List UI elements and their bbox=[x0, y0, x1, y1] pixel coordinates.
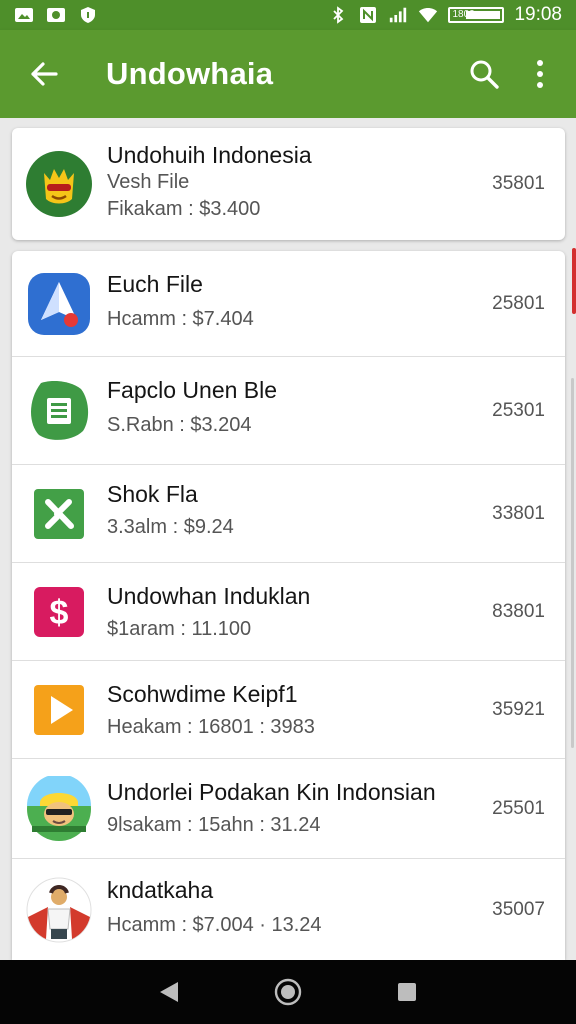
item-meta: Hcamm : $7.404 bbox=[107, 308, 254, 330]
signal-icon bbox=[388, 6, 408, 24]
shield-notification-icon bbox=[78, 6, 98, 24]
item-title: Undohuih Indonesia bbox=[107, 142, 312, 168]
item-count: 25801 bbox=[492, 292, 545, 314]
item-title: kndatkaha bbox=[107, 877, 214, 903]
crown-app-icon bbox=[26, 151, 92, 217]
item-meta: 9lsakam : 15ahn : 31.24 bbox=[107, 814, 321, 836]
item-meta: $1aram : 11.100 bbox=[107, 618, 252, 640]
system-nav-bar bbox=[0, 960, 576, 1024]
location-arrow-icon bbox=[26, 271, 92, 337]
list-item[interactable]: Undohuih Indonesia Vesh File Fikakam : $… bbox=[12, 128, 565, 240]
search-icon bbox=[470, 60, 499, 89]
item-title: Undorlei Podakan Kin Indonsian bbox=[107, 779, 436, 805]
item-count: 35801 bbox=[492, 173, 545, 194]
item-meta: Heakam : 16801 : 3983 bbox=[107, 716, 315, 738]
item-meta: 3.3alm : $9.24 bbox=[107, 516, 234, 538]
list-item[interactable]: $ Undowhan Induklan $1aram : 11.100 8380… bbox=[12, 563, 565, 661]
app-bar: Undowhaia bbox=[0, 30, 576, 118]
nav-home-icon bbox=[274, 978, 302, 1006]
item-meta: Hcamm : $7.004 · 13.24 bbox=[107, 914, 322, 936]
search-button[interactable] bbox=[456, 42, 512, 106]
nfc-icon bbox=[358, 6, 378, 24]
overflow-menu-button[interactable] bbox=[512, 42, 568, 106]
more-vert-icon bbox=[537, 60, 543, 88]
nav-back-button[interactable] bbox=[149, 972, 189, 1012]
dollar-icon: $ bbox=[26, 579, 92, 645]
item-count: 25301 bbox=[492, 399, 545, 421]
item-title: Undowhan Induklan bbox=[107, 583, 311, 609]
excel-icon bbox=[26, 481, 92, 547]
list-item[interactable]: Scohwdime Keipf1 Heakam : 16801 : 3983 3… bbox=[12, 661, 565, 759]
status-bar: 1800 19:08 bbox=[0, 0, 576, 30]
item-title: Shok Fla bbox=[107, 481, 198, 507]
scrollbar-thumb[interactable] bbox=[571, 378, 574, 748]
content-area[interactable]: Undohuih Indonesia Vesh File Fikakam : $… bbox=[0, 118, 576, 960]
list-item[interactable]: Fapclo Unen Ble S.Rabn : $3.204 25301 bbox=[12, 357, 565, 465]
scroll-indicator-accent bbox=[572, 248, 576, 314]
item-meta: S.Rabn : $3.204 bbox=[107, 414, 252, 436]
item-count: 25501 bbox=[492, 797, 545, 819]
item-count: 83801 bbox=[492, 600, 545, 622]
page-title: Undowhaia bbox=[106, 56, 274, 91]
wifi-icon bbox=[418, 6, 438, 24]
list-item[interactable]: Shok Fla 3.3alm : $9.24 33801 bbox=[12, 465, 565, 563]
list-item[interactable]: kndatkaha Hcamm : $7.004 · 13.24 35007 bbox=[12, 859, 565, 960]
list-item[interactable]: Undorlei Podakan Kin Indonsian 9lsakam :… bbox=[12, 759, 565, 859]
item-subtitle: Vesh File bbox=[107, 171, 190, 193]
play-icon bbox=[26, 677, 92, 743]
sheets-icon bbox=[26, 378, 92, 444]
nav-recents-icon bbox=[397, 983, 416, 1001]
battery-icon: 1800 bbox=[448, 7, 505, 23]
nav-recents-button[interactable] bbox=[387, 972, 427, 1012]
item-title: Fapclo Unen Ble bbox=[107, 377, 278, 403]
featured-card[interactable]: Undohuih Indonesia Vesh File Fikakam : $… bbox=[12, 128, 565, 240]
avatar-icon bbox=[26, 775, 92, 842]
svg-text:$: $ bbox=[50, 594, 69, 632]
item-title: Euch File bbox=[107, 271, 203, 297]
back-button[interactable] bbox=[12, 42, 76, 106]
arrow-left-icon bbox=[31, 62, 58, 86]
clock: 19:08 bbox=[514, 4, 562, 25]
file-list: Euch File Hcamm : $7.404 25801 Fapclo Un… bbox=[12, 251, 565, 960]
item-count: 33801 bbox=[492, 502, 545, 524]
item-meta: Fikakam : $3.400 bbox=[107, 198, 261, 220]
photo-notification-icon bbox=[46, 6, 66, 24]
item-title: Scohwdime Keipf1 bbox=[107, 681, 298, 707]
list-item[interactable]: Euch File Hcamm : $7.404 25801 bbox=[12, 251, 565, 357]
item-count: 35007 bbox=[492, 898, 545, 920]
bluetooth-icon bbox=[328, 6, 348, 24]
image-notification-icon bbox=[14, 6, 34, 24]
item-count: 35921 bbox=[492, 698, 545, 720]
nav-back-icon bbox=[160, 982, 179, 1002]
nav-home-button[interactable] bbox=[268, 972, 308, 1012]
person-photo-icon bbox=[26, 877, 92, 943]
